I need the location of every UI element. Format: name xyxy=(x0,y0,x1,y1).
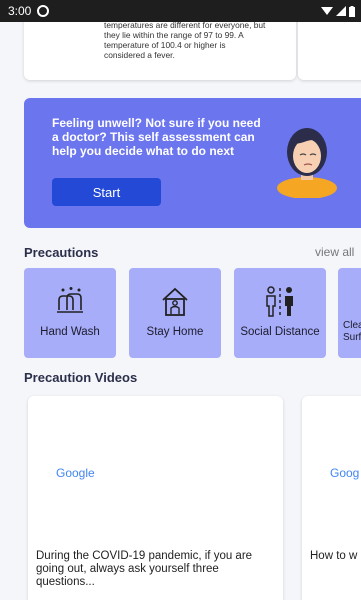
google-logo: Goog xyxy=(330,466,360,480)
app-screen: 3:00 temperatures are different for ever… xyxy=(0,0,361,600)
video-card[interactable]: Google During the COVID-19 pandemic, if … xyxy=(28,396,283,600)
precaution-label: Clea Surf xyxy=(343,320,361,343)
precaution-videos-title: Precaution Videos xyxy=(24,370,138,385)
fever-info-card[interactable]: temperatures are different for everyone,… xyxy=(24,14,296,80)
info-card-partial[interactable] xyxy=(298,14,361,80)
notification-icon xyxy=(37,5,50,17)
unwell-person-illustration xyxy=(277,128,337,198)
wifi-icon xyxy=(321,7,333,15)
precaution-clean-surface[interactable]: Clea Surf xyxy=(338,268,361,358)
precaution-hand-wash[interactable]: Hand Wash xyxy=(24,268,116,358)
view-all-link[interactable]: view all xyxy=(315,245,354,259)
social-distance-icon xyxy=(266,286,293,317)
video-card-partial[interactable]: Goog How to w xyxy=(302,396,361,600)
status-icons xyxy=(321,5,355,17)
assessment-text: Feeling unwell? Not sure if you need a d… xyxy=(52,116,261,158)
video-caption: During the COVID-19 pandemic, if you are… xyxy=(36,550,253,588)
battery-icon xyxy=(349,5,355,17)
home-icon xyxy=(162,287,188,316)
status-time: 3:00 xyxy=(8,4,32,18)
self-assessment-banner: Feeling unwell? Not sure if you need a d… xyxy=(24,98,361,228)
status-bar: 3:00 xyxy=(0,0,361,22)
precaution-social-distance[interactable]: Social Distance xyxy=(234,268,326,358)
precaution-label: Hand Wash xyxy=(40,326,100,338)
video-caption: How to w xyxy=(310,550,358,562)
google-logo: Google xyxy=(56,466,95,480)
start-button[interactable]: Start xyxy=(52,178,161,206)
precaution-label: Social Distance xyxy=(240,326,320,338)
hand-wash-icon xyxy=(57,287,83,313)
fever-info-text: temperatures are different for everyone,… xyxy=(104,20,266,60)
precaution-label: Stay Home xyxy=(146,326,204,338)
precaution-stay-home[interactable]: Stay Home xyxy=(129,268,221,358)
precautions-title: Precautions xyxy=(24,245,99,260)
signal-icon xyxy=(336,6,346,16)
